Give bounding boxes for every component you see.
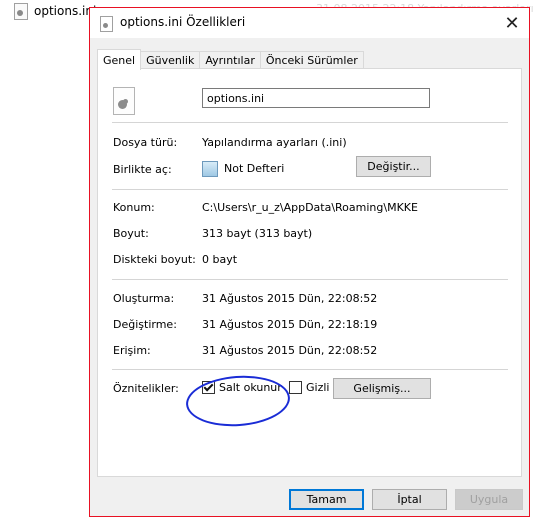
divider [112,279,508,280]
file-type-label: Dosya türü: [113,136,178,149]
modified-value: 31 Ağustos 2015 Dün, 22:18:19 [202,318,378,331]
desktop-file-entry[interactable]: options.ini [0,0,96,22]
size-on-disk-label: Diskteki boyut: [113,253,196,266]
accessed-label: Erişim: [113,344,151,357]
modified-label: Değiştirme: [113,318,177,331]
opens-with-label: Birlikte aç: [113,163,172,176]
created-value: 31 Ağustos 2015 Dün, 22:08:52 [202,292,378,305]
general-tab-panel: Dosya türü: Yapılandırma ayarları (.ini)… [97,68,522,477]
divider [112,122,508,123]
attributes-label: Öznitelikler: [113,382,179,395]
apply-button[interactable]: Uygula [455,489,523,510]
close-icon[interactable]: ✕ [495,8,529,38]
title-bar[interactable]: options.ini Özellikleri ✕ [90,8,529,38]
created-label: Oluşturma: [113,292,175,305]
file-name-label: options.ini [34,4,97,18]
hidden-check-box[interactable] [289,381,302,394]
accessed-value: 31 Ağustos 2015 Dün, 22:08:52 [202,344,378,357]
ini-file-icon [113,87,135,115]
file-name-input[interactable] [202,88,430,108]
ini-file-icon [100,16,113,32]
change-button[interactable]: Değiştir... [356,156,431,177]
hidden-checkbox[interactable]: Gizli [289,381,329,394]
cancel-button[interactable]: İptal [372,489,447,510]
size-on-disk-value: 0 bayt [202,253,238,266]
dialog-title: options.ini Özellikleri [120,15,246,29]
tab-previous-versions[interactable]: Önceki Sürümler [259,51,364,69]
divider [112,369,508,370]
location-value: C:\Users\r_u_z\AppData\Roaming\MKKE [202,201,418,214]
tab-general[interactable]: Genel [97,49,142,70]
file-type-value: Yapılandırma ayarları (.ini) [202,136,347,149]
notepad-icon [202,161,218,177]
size-label: Boyut: [113,227,149,240]
location-label: Konum: [113,201,155,214]
opens-with-app: Not Defteri [224,162,285,175]
tab-security[interactable]: Güvenlik [140,51,201,69]
ok-button[interactable]: Tamam [289,489,364,510]
opens-with-value: Not Defteri [202,161,284,177]
tab-strip: Genel Güvenlik Ayrıntılar Önceki Sürümle… [97,49,364,70]
advanced-button[interactable]: Gelişmiş... [333,378,431,399]
ini-file-icon [14,2,28,20]
size-value: 313 bayt (313 bayt) [202,227,313,240]
tab-details[interactable]: Ayrıntılar [199,51,261,69]
properties-dialog: options.ini Özellikleri ✕ Genel Güvenlik… [89,7,530,517]
hidden-label: Gizli [306,381,330,394]
divider [112,189,508,190]
